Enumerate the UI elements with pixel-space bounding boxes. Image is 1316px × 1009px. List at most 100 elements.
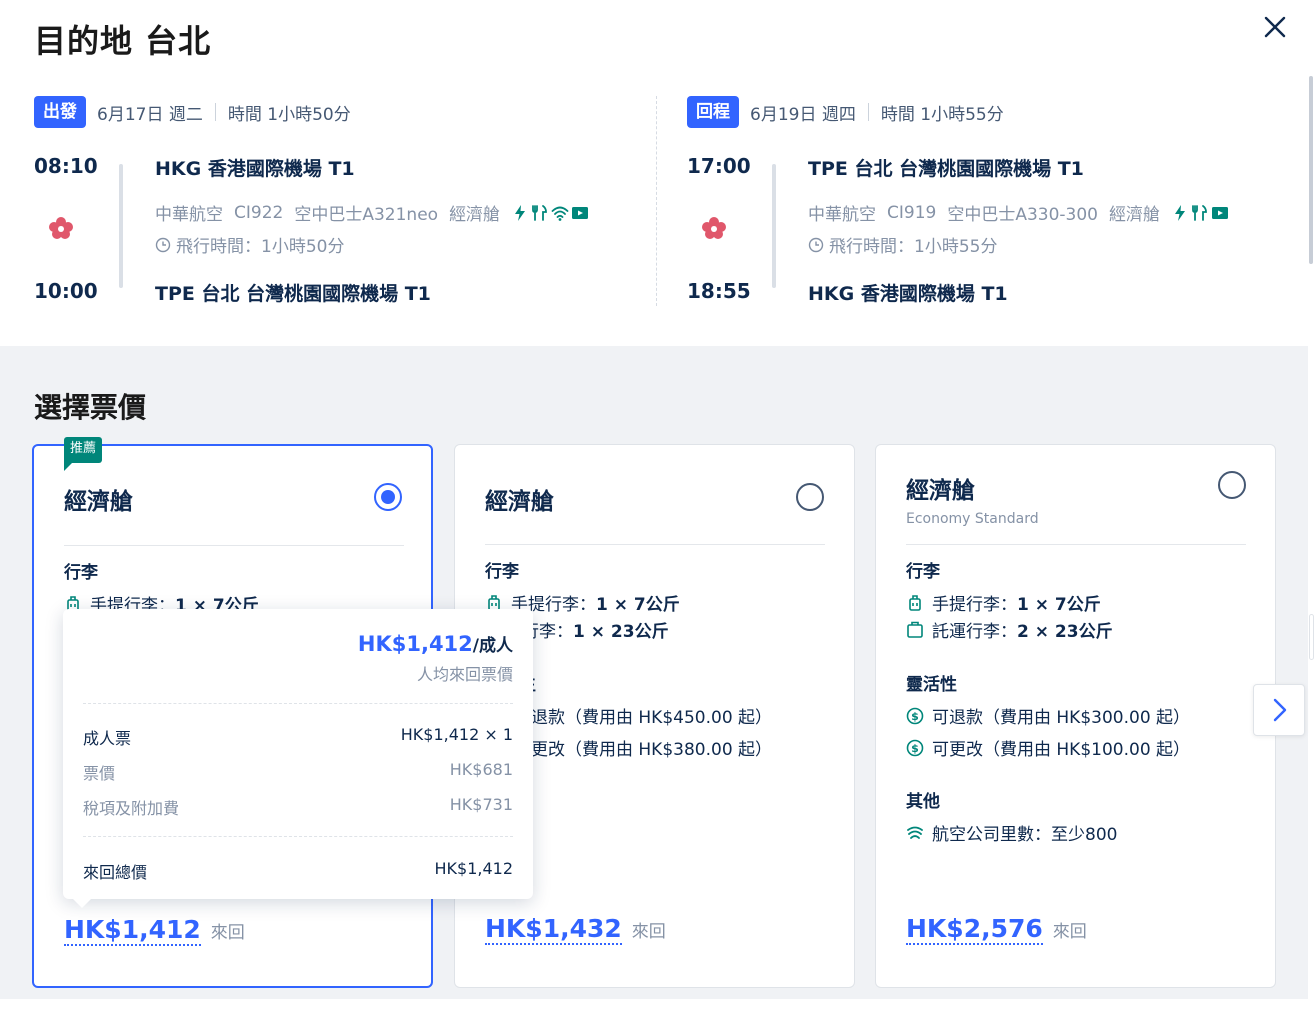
fare-price[interactable]: HK$2,576 來回 bbox=[906, 915, 1087, 945]
amenities[interactable] bbox=[511, 204, 589, 222]
fare-radio[interactable] bbox=[1218, 471, 1246, 499]
outbound-flight-time: 飛行時間：1小時50分 bbox=[155, 232, 344, 257]
checked-bag-icon bbox=[907, 621, 923, 638]
base-fare-row: 票價 HK$681 bbox=[83, 760, 513, 784]
base-fare-label: 票價 bbox=[83, 764, 116, 783]
tax-value: HK$731 bbox=[449, 795, 513, 814]
flight-time-text: 飛行時間：1小時55分 bbox=[829, 237, 998, 257]
inbound-segment: 回程 6月19日 週四 時間 1小時55分 17:00 18:55 TPE 台北… bbox=[687, 96, 1287, 306]
inbound-date: 6月19日 週四 bbox=[750, 104, 856, 125]
scrollbar-thumb[interactable] bbox=[1309, 76, 1313, 264]
fare-radio-selected[interactable] bbox=[374, 483, 402, 511]
outbound-duration: 時間 1小時50分 bbox=[227, 104, 351, 125]
outbound-arrival-airport: TPE 台北 台灣桃園國際機場 T1 bbox=[155, 283, 431, 305]
segment-divider bbox=[656, 96, 657, 306]
cabin-class: 經濟艙 bbox=[449, 205, 501, 225]
inbound-duration: 時間 1小時55分 bbox=[880, 104, 1004, 125]
clock-icon bbox=[155, 237, 171, 252]
carry-on-value: 1 × 7公斤 bbox=[596, 595, 680, 615]
recommended-badge: 推薦 bbox=[64, 437, 103, 471]
flight-time-text: 飛行時間：1小時50分 bbox=[176, 237, 345, 257]
inbound-badge: 回程 bbox=[687, 96, 739, 128]
refund-text: 可退款（費用由 HK$300.00 起） bbox=[932, 708, 1191, 728]
fare-subtitle: Economy Standard bbox=[906, 511, 1039, 527]
power-icon bbox=[1175, 204, 1186, 221]
card-divider bbox=[64, 545, 404, 546]
flight-number: CI919 bbox=[887, 202, 937, 223]
refund-row: $ 可退款（費用由 HK$300.00 起） bbox=[906, 703, 1190, 728]
carry-on-row: 手提行李： 1 × 7公斤 bbox=[906, 590, 1101, 615]
inbound-flight-time: 飛行時間：1小時55分 bbox=[808, 232, 997, 257]
airline-name: 中華航空 bbox=[808, 205, 876, 225]
adult-fare-label: 成人票 bbox=[83, 729, 132, 748]
carry-on-bag-icon bbox=[909, 594, 921, 611]
svg-text:$: $ bbox=[911, 742, 919, 755]
carousel-scroll-handle[interactable] bbox=[1309, 614, 1314, 660]
base-fare-value: HK$681 bbox=[449, 760, 513, 779]
price-breakdown-popover: HK$1,412/成人 人均來回票價 成人票 HK$1,412 × 1 票價 H… bbox=[63, 609, 533, 908]
outbound-flight-info: 中華航空 CI922 空中巴士A321neo 經濟艙 bbox=[155, 200, 589, 225]
price-value: HK$1,412 bbox=[64, 915, 201, 946]
change-row: 更改（費用由 HK$380.00 起） bbox=[531, 740, 773, 760]
inbound-arrival-airport: HKG 香港國際機場 T1 bbox=[808, 283, 1008, 305]
aircraft-type: 空中巴士A330-300 bbox=[947, 205, 1099, 225]
svg-text:$: $ bbox=[911, 710, 919, 723]
outbound-segment: 出發 6月17日 週二 時間 1小時50分 08:10 10:00 HKG 香港… bbox=[34, 96, 634, 306]
outbound-arrival-time: 10:00 bbox=[34, 279, 98, 303]
dollar-icon: $ bbox=[906, 707, 924, 724]
airline-logo-icon bbox=[49, 217, 73, 239]
popover-divider bbox=[83, 703, 513, 704]
flexibility-label: 靈活性 bbox=[906, 675, 957, 695]
adult-fare-value: HK$1,412 × 1 bbox=[400, 725, 513, 744]
checked-bag-value: 1 × 23公斤 bbox=[573, 622, 669, 642]
fare-name: 經濟艙 bbox=[906, 478, 975, 504]
other-label: 其他 bbox=[906, 792, 940, 812]
clock-icon bbox=[808, 237, 824, 252]
card-divider bbox=[485, 544, 825, 545]
fare-section-title: 選擇票價 bbox=[34, 391, 147, 424]
chevron-right-icon bbox=[1273, 698, 1287, 722]
change-row: $ 可更改（費用由 HK$100.00 起） bbox=[906, 735, 1190, 760]
inbound-arrival-time: 18:55 bbox=[687, 279, 751, 303]
carousel-next-button[interactable] bbox=[1253, 684, 1305, 736]
outbound-date: 6月17日 週二 bbox=[97, 104, 203, 125]
price-value: HK$1,432 bbox=[485, 914, 622, 945]
baggage-label: 行李 bbox=[906, 562, 940, 582]
meal-icon bbox=[1192, 204, 1207, 221]
flight-number: CI922 bbox=[234, 202, 284, 223]
close-button[interactable] bbox=[1260, 12, 1290, 42]
popover-note: 人均來回票價 bbox=[416, 665, 513, 684]
carry-on-value: 1 × 7公斤 bbox=[1017, 595, 1101, 615]
inbound-departure-airport: TPE 台北 台灣桃園國際機場 T1 bbox=[808, 158, 1084, 180]
timeline-line bbox=[772, 164, 776, 288]
fare-price[interactable]: HK$1,432 來回 bbox=[485, 915, 666, 945]
fare-card-3[interactable]: 經濟艙 Economy Standard 行李 手提行李： 1 × 7公斤 託運… bbox=[875, 444, 1276, 988]
total-label: 來回總價 bbox=[83, 863, 148, 882]
price-unit: 來回 bbox=[1052, 922, 1087, 942]
price-unit: 來回 bbox=[631, 922, 666, 942]
tax-label: 稅項及附加費 bbox=[83, 799, 180, 818]
dollar-icon: $ bbox=[906, 739, 924, 756]
popover-price-unit: /成人 bbox=[472, 636, 513, 656]
fare-price[interactable]: HK$1,412 來回 bbox=[64, 916, 245, 946]
divider bbox=[214, 103, 216, 121]
price-value: HK$2,576 bbox=[906, 914, 1043, 945]
baggage-label: 行李 bbox=[64, 563, 98, 583]
refund-row: 退款（費用由 HK$450.00 起） bbox=[531, 708, 773, 728]
change-text: 可更改（費用由 HK$100.00 起） bbox=[932, 740, 1191, 760]
carry-on-label: 手提行李： bbox=[932, 595, 1017, 615]
miles-label: 航空公司里數： bbox=[932, 825, 1051, 845]
miles-value: 至少800 bbox=[1051, 825, 1118, 845]
fare-radio[interactable] bbox=[796, 483, 824, 511]
outbound-badge: 出發 bbox=[34, 96, 86, 128]
popover-divider bbox=[83, 836, 513, 837]
popover-price-value: HK$1,412 bbox=[357, 632, 473, 656]
baggage-label: 行李 bbox=[485, 562, 519, 582]
popover-price: HK$1,412/成人 bbox=[358, 631, 513, 656]
total-row: 來回總價 HK$1,412 bbox=[83, 859, 513, 883]
tax-row: 稅項及附加費 HK$731 bbox=[83, 795, 513, 819]
cabin-class: 經濟艙 bbox=[1109, 205, 1161, 225]
amenities[interactable] bbox=[1171, 204, 1229, 222]
wifi-icon bbox=[551, 206, 569, 221]
outbound-departure-airport: HKG 香港國際機場 T1 bbox=[155, 158, 355, 180]
